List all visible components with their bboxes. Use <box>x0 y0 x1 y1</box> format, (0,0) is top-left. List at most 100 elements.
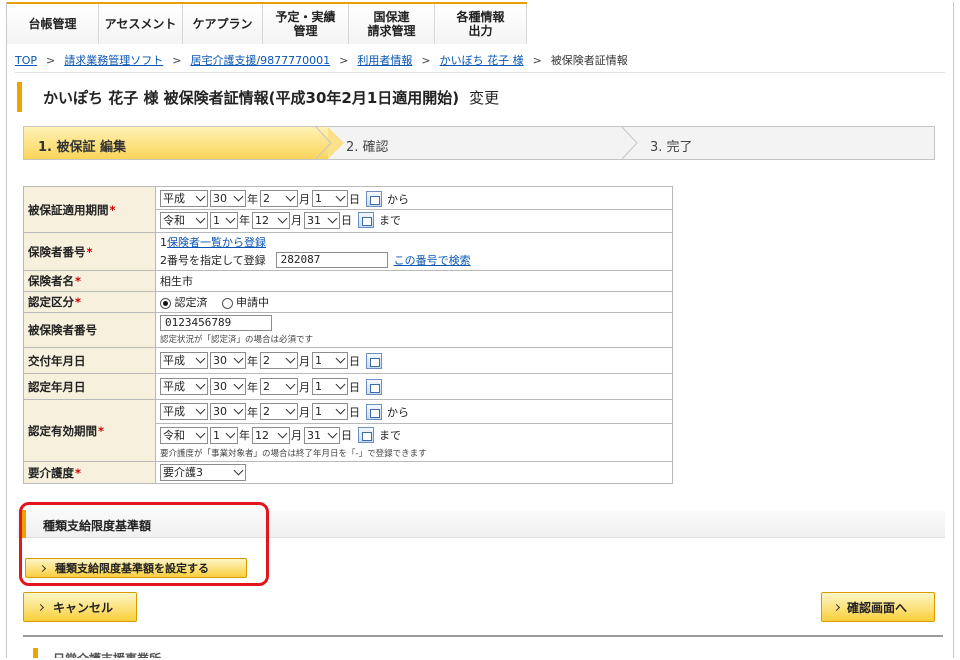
calendar-icon[interactable] <box>366 378 382 395</box>
insurer-number-input[interactable]: 282087 <box>275 251 388 268</box>
chevron-right-icon <box>36 603 45 611</box>
chevron-down-icon <box>335 191 346 202</box>
breadcrumb: TOP > 請求業務管理ソフト > 居宅介護支援/9877770001 > 利用者情報 > かい… <box>15 54 628 67</box>
chevron-down-icon <box>195 353 206 364</box>
insurer-search-link[interactable]: この番号で検索 <box>394 252 471 268</box>
step-2-label: 2. 確認 <box>346 140 389 155</box>
chevron-down-icon <box>285 404 296 415</box>
form-row-cert-type: 認定区分* 認定済 申請中 <box>23 291 673 313</box>
certdate-year-select[interactable]: 30 <box>210 378 246 395</box>
certvalid-from-day-select[interactable]: 1 <box>312 403 348 420</box>
chevron-down-icon <box>327 428 338 438</box>
chevron-down-icon <box>285 379 296 390</box>
chevron-down-icon <box>225 213 236 223</box>
calendar-icon[interactable] <box>366 190 382 207</box>
chevron-down-icon <box>225 428 236 438</box>
calendar-icon[interactable] <box>358 212 374 228</box>
chevron-down-icon <box>285 353 296 364</box>
issue-era-select[interactable]: 平成 <box>160 352 208 369</box>
validity-to-era-select[interactable]: 令和 <box>160 211 208 229</box>
chevron-down-icon <box>285 191 296 202</box>
insured-number-input[interactable]: 0123456789 <box>160 315 272 331</box>
cert-applying-radio[interactable] <box>221 297 233 309</box>
nav-output[interactable]: 各種情報 出力 <box>435 4 527 44</box>
certdate-month-select[interactable]: 2 <box>260 378 298 395</box>
breadcrumb-current: 被保険者証情報 <box>550 54 628 67</box>
chevron-down-icon <box>195 428 206 438</box>
step-3-label: 3. 完了 <box>650 140 693 155</box>
next-section-title: 日常介護支援事業所 <box>53 650 161 658</box>
nav-careplan[interactable]: ケアプラン <box>183 4 263 44</box>
confirm-button[interactable]: 確認画面へ <box>821 592 935 622</box>
breadcrumb-user-info[interactable]: 利用者情報 <box>357 54 412 67</box>
step-1: 1. 被保証 編集 <box>24 127 344 159</box>
highlight-box <box>19 502 269 586</box>
issue-month-select[interactable]: 2 <box>260 352 298 369</box>
form-row-cert-validity: 認定有効期間* 平成 30 年 2月 1日 から 令和 1年 12 月 31 日 まで <box>23 399 673 462</box>
issue-day-select[interactable]: 1 <box>312 352 348 369</box>
step-chevron-icon <box>621 127 638 159</box>
nav-assessment[interactable]: アセスメント <box>99 4 183 44</box>
validity-from-day-select[interactable]: 1 <box>312 190 348 207</box>
validity-from-era-select[interactable]: 平成 <box>160 190 208 207</box>
nav-ledger[interactable]: 台帳管理 <box>7 4 99 44</box>
step-indicator: 1. 被保証 編集 2. 確認 3. 完了 <box>23 126 935 160</box>
chevron-down-icon <box>277 213 288 223</box>
validity-from-year-select[interactable]: 30 <box>210 190 246 207</box>
divider <box>15 72 945 73</box>
insurer-list-link[interactable]: 保険者一覧から登録 <box>167 236 266 249</box>
chevron-down-icon <box>335 379 346 390</box>
calendar-icon[interactable] <box>366 403 382 420</box>
chevron-down-icon <box>233 379 244 390</box>
form-row-insured-no: 被保険者番号 0123456789 認定状況が「認定済」の場合は必須です <box>23 312 673 348</box>
top-nav: 台帳管理 アセスメント ケアプラン 予定・実績 管理 国保連 請求管理 各種情報 出力 <box>7 2 527 44</box>
chevron-down-icon <box>233 191 244 202</box>
certvalid-from-era-select[interactable]: 平成 <box>160 403 208 420</box>
chevron-down-icon <box>233 404 244 415</box>
form-row-insurer-no: 保険者番号* 1保険者一覧から登録 2番号を指定して登録 282087 この番号で検… <box>23 232 673 271</box>
form-row-cert-date: 認定年月日 平成 30 年 2月 1日 <box>23 373 673 400</box>
breadcrumb-user[interactable]: かいぼち 花子 様 <box>440 54 524 67</box>
certdate-day-select[interactable]: 1 <box>312 378 348 395</box>
form-row-validity: 被保証適用期間* 平成 30 年 2月 1日 から 令和 1年 12 月 31 日 ま… <box>23 186 673 233</box>
insurer-name-value: 相生市 <box>160 275 193 288</box>
page: 台帳管理 アセスメント ケアプラン 予定・実績 管理 国保連 請求管理 各種情報 出力… <box>6 2 954 658</box>
certvalid-to-era-select[interactable]: 令和 <box>160 426 208 444</box>
breadcrumb-billing-soft[interactable]: 請求業務管理ソフト <box>64 54 163 67</box>
calendar-icon[interactable] <box>358 427 374 443</box>
chevron-down-icon <box>233 353 244 364</box>
validity-to-year-select[interactable]: 1 <box>210 211 238 229</box>
chevron-down-icon <box>195 379 206 390</box>
chevron-down-icon <box>195 404 206 415</box>
validity-from-month-select[interactable]: 2 <box>260 190 298 207</box>
certvalid-to-day-select[interactable]: 31 <box>304 426 340 444</box>
title-accent-bar <box>17 82 22 112</box>
chevron-down-icon <box>335 353 346 364</box>
step-chevron-icon <box>315 127 332 159</box>
certvalid-to-month-select[interactable]: 12 <box>252 426 290 444</box>
issue-year-select[interactable]: 30 <box>210 352 246 369</box>
chevron-down-icon <box>327 213 338 223</box>
certvalid-to-year-select[interactable]: 1 <box>210 426 238 444</box>
page-title-text: かいぽち 花子 様 被保険者証情報(平成30年2月1日適用開始) <box>43 89 460 107</box>
cert-approved-radio[interactable] <box>160 297 171 309</box>
care-level-select[interactable]: 要介護3 <box>160 464 246 481</box>
chevron-down-icon <box>233 465 244 476</box>
chevron-right-icon <box>832 603 841 611</box>
breadcrumb-office[interactable]: 居宅介護支援/9877770001 <box>190 54 330 67</box>
validity-label: 被保証適用期間 <box>28 202 109 217</box>
certvalid-from-year-select[interactable]: 30 <box>210 403 246 420</box>
nav-schedule[interactable]: 予定・実績 管理 <box>263 4 349 44</box>
certvalid-from-month-select[interactable]: 2 <box>260 403 298 420</box>
breadcrumb-top[interactable]: TOP <box>15 54 37 67</box>
form-row-insurer-name: 保険者名* 相生市 <box>23 270 673 292</box>
calendar-icon[interactable] <box>366 352 382 369</box>
cancel-button[interactable]: キャンセル <box>23 592 137 622</box>
insurance-form: 被保証適用期間* 平成 30 年 2月 1日 から 令和 1年 12 月 31 日 ま… <box>23 186 673 484</box>
divider <box>23 635 943 637</box>
validity-to-day-select[interactable]: 31 <box>304 211 340 229</box>
certdate-era-select[interactable]: 平成 <box>160 378 208 395</box>
form-row-issue-date: 交付年月日 平成 30 年 2月 1日 <box>23 347 673 374</box>
validity-to-month-select[interactable]: 12 <box>252 211 290 229</box>
nav-billing[interactable]: 国保連 請求管理 <box>349 4 435 44</box>
